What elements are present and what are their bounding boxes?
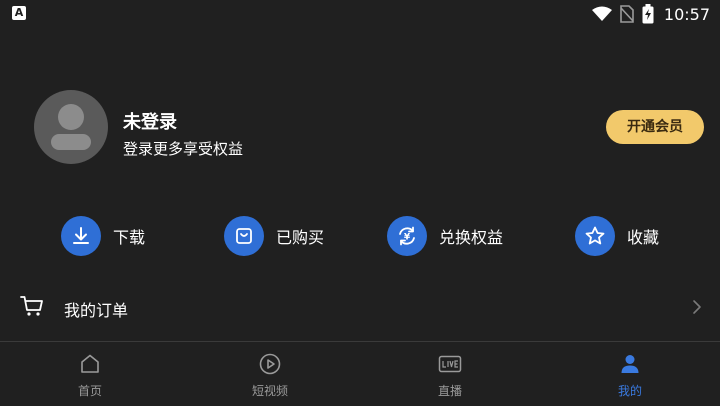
tab-live[interactable]: 直播 [400, 342, 500, 406]
download-action[interactable]: 下载 [61, 214, 145, 258]
bag-icon [224, 216, 264, 256]
tab-mine-label: 我的 [617, 384, 642, 398]
status-indicators: 10:57 [591, 3, 710, 25]
svg-text:¥: ¥ [404, 233, 411, 243]
tab-mine[interactable]: 我的 [580, 342, 680, 406]
profile-header[interactable]: 未登录 登录更多享受权益 开通会员 [34, 90, 704, 164]
no-sim-icon [620, 5, 634, 23]
avatar[interactable] [34, 90, 108, 164]
clock: 10:57 [663, 4, 710, 24]
star-icon [575, 216, 615, 256]
favorites-label: 收藏 [627, 228, 660, 247]
chevron-right-icon [692, 299, 702, 319]
wifi-icon [591, 6, 612, 22]
tab-home[interactable]: 首页 [40, 342, 140, 406]
exchange-yuan-icon: ¥ [387, 216, 427, 256]
redeem-benefits-action[interactable]: ¥ 兑换权益 [387, 214, 503, 258]
home-icon [78, 352, 102, 376]
quick-actions: 下载 已购买 ¥ 兑换权益 收藏 [0, 214, 720, 258]
purchased-label: 已购买 [276, 228, 325, 247]
purchased-action[interactable]: 已购买 [224, 214, 324, 258]
tab-home-label: 首页 [77, 384, 102, 398]
redeem-benefits-label: 兑换权益 [439, 228, 504, 247]
app-notification-icon: A [12, 6, 26, 20]
avatar-head [58, 104, 84, 130]
open-vip-button[interactable]: 开通会员 [606, 110, 704, 144]
tab-live-label: 直播 [437, 384, 462, 398]
avatar-body [51, 134, 91, 150]
person-icon [618, 352, 642, 376]
play-circle-icon [258, 352, 282, 376]
tab-short-video[interactable]: 短视频 [220, 342, 320, 406]
favorites-action[interactable]: 收藏 [575, 214, 659, 258]
login-prompt: 登录更多享受权益 [123, 140, 244, 158]
my-orders-label: 我的订单 [64, 301, 129, 320]
cart-icon [20, 295, 44, 321]
download-label: 下载 [113, 228, 146, 247]
login-status[interactable]: 未登录 [123, 108, 177, 134]
bottom-tab-bar: 首页 短视频 直播 我的 [0, 341, 720, 406]
tab-short-video-label: 短视频 [251, 384, 288, 398]
status-bar: A 10:57 [0, 0, 720, 28]
my-orders-row[interactable]: 我的订单 [0, 284, 720, 330]
battery-charging-icon [642, 4, 654, 24]
live-icon [438, 352, 462, 376]
download-icon [61, 216, 101, 256]
